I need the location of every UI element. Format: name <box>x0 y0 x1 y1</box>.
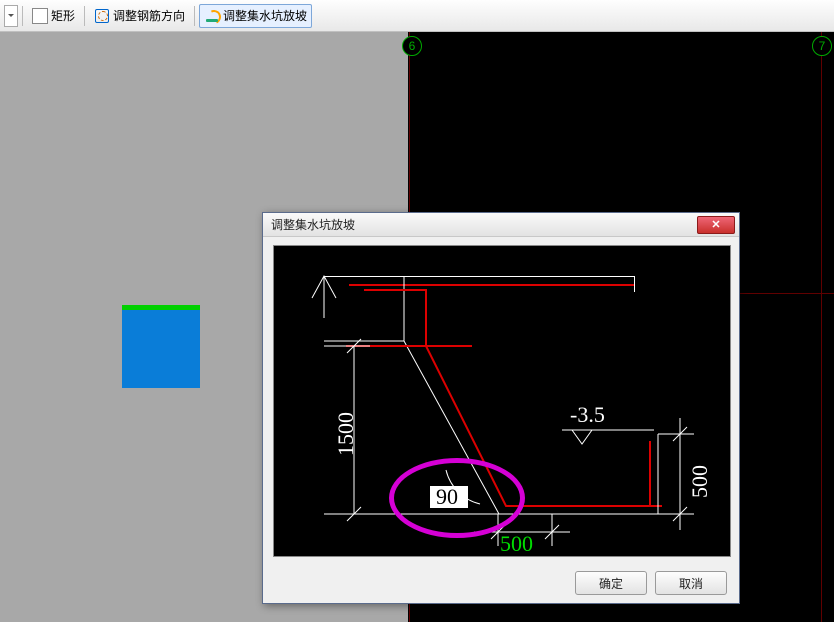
dimension-depth: 1500 <box>333 412 359 456</box>
close-button[interactable]: ✕ <box>697 216 735 234</box>
rebar-icon <box>94 8 110 24</box>
section-diagram[interactable]: 1500 500 500 -3.5 90 <box>273 245 731 557</box>
ok-label: 确定 <box>599 575 623 592</box>
rectangle-label: 矩形 <box>51 7 75 24</box>
axis-marker-label: 7 <box>819 39 826 53</box>
close-icon: ✕ <box>711 218 720 231</box>
rebar-direction-tool[interactable]: 调整钢筋方向 <box>89 4 190 28</box>
dialog-footer: 确定 取消 <box>263 563 739 603</box>
axis-marker: 6 <box>402 36 422 56</box>
dialog-body: 1500 500 500 -3.5 90 <box>263 237 739 563</box>
slope-label: 调整集水坑放坡 <box>223 7 307 24</box>
grid-axis-vertical <box>821 32 822 622</box>
separator <box>84 6 85 26</box>
rectangle-icon <box>32 8 48 24</box>
axis-marker-label: 6 <box>409 39 416 53</box>
elevation-label: -3.5 <box>570 402 605 428</box>
highlight-ellipse <box>389 458 525 538</box>
dialog-title-text: 调整集水坑放坡 <box>271 216 355 233</box>
dimension-bottom-width: 500 <box>500 531 533 557</box>
toolbar-dropdown[interactable] <box>4 5 18 27</box>
separator <box>194 6 195 26</box>
toolbar: 矩形 调整钢筋方向 调整集水坑放坡 <box>0 0 834 32</box>
cancel-label: 取消 <box>679 575 703 592</box>
selected-element[interactable] <box>122 310 200 388</box>
axis-marker: 7 <box>812 36 832 56</box>
rectangle-tool[interactable]: 矩形 <box>27 4 80 28</box>
slope-tool[interactable]: 调整集水坑放坡 <box>199 4 312 28</box>
adjust-slope-dialog: 调整集水坑放坡 ✕ <box>262 212 740 604</box>
workspace: 6 7 调整集水坑放坡 ✕ <box>0 32 834 622</box>
separator <box>22 6 23 26</box>
dimension-thickness: 500 <box>687 465 713 498</box>
ok-button[interactable]: 确定 <box>575 571 647 595</box>
slope-icon <box>204 8 220 24</box>
rebar-direction-label: 调整钢筋方向 <box>113 7 185 24</box>
dialog-titlebar[interactable]: 调整集水坑放坡 ✕ <box>263 213 739 237</box>
cancel-button[interactable]: 取消 <box>655 571 727 595</box>
